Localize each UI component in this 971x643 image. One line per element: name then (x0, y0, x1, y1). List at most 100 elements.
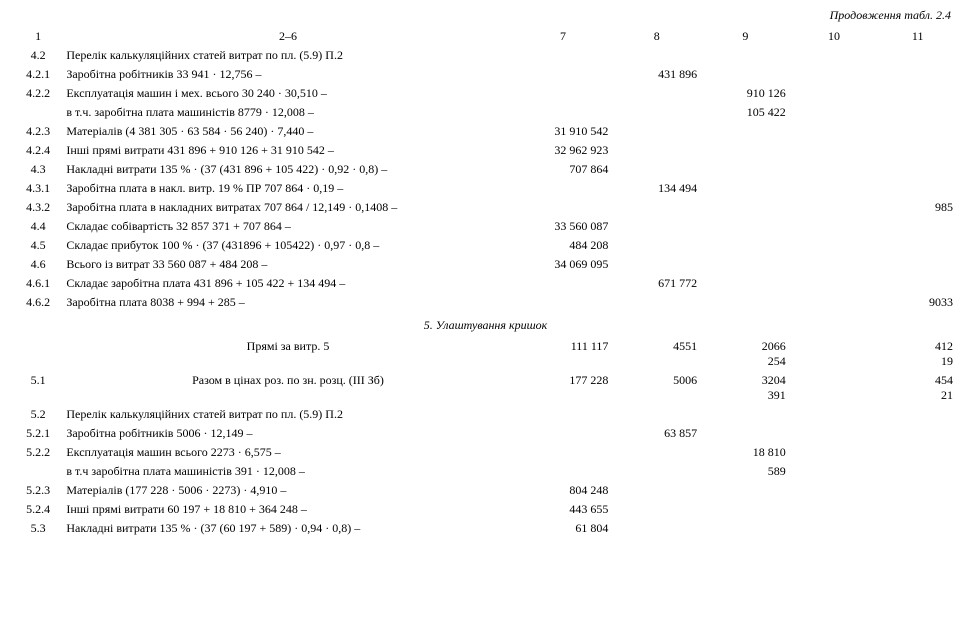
col8-value: 63 857 (612, 424, 701, 443)
col11-value (878, 255, 957, 274)
col10-value (790, 217, 879, 236)
col7-value: 484 208 (514, 236, 613, 255)
col8-value (612, 217, 701, 236)
col-2-header: 2–6 (62, 27, 513, 46)
col10-value (790, 84, 879, 103)
col7-value: 32 962 923 (514, 141, 613, 160)
col10-value (790, 122, 879, 141)
row-number: 5.3 (14, 519, 62, 538)
row-text: Заробітна плата в накл. витр. 19 % ПР 70… (62, 179, 513, 198)
col7-value: 33 560 087 (514, 217, 613, 236)
table-row: 4.6.2Заробітна плата 8038 + 994 + 285 –9… (14, 293, 957, 312)
table-row: 4.4Складає собівартість 32 857 371 + 707… (14, 217, 957, 236)
col9-value (701, 405, 790, 424)
col8-value (612, 198, 701, 217)
continuation-note: Продовження табл. 2.4 (14, 8, 951, 23)
col9-value (701, 65, 790, 84)
row-number: 4.2 (14, 46, 62, 65)
col7-value (514, 198, 613, 217)
header-row: 1 2–6 7 8 9 10 11 (14, 27, 957, 46)
col11-value (878, 236, 957, 255)
col10-value (790, 371, 879, 405)
col8-value (612, 236, 701, 255)
table-row: 4.3Накладні витрати 135 % · (37 (431 896… (14, 160, 957, 179)
row-text: Перелік калькуляційних статей витрат по … (62, 46, 513, 65)
col10-value (790, 443, 879, 462)
row-number (14, 103, 62, 122)
col11-value (878, 103, 957, 122)
table-row: 4.2.4Інші прямі витрати 431 896 + 910 12… (14, 141, 957, 160)
table-row: 4.2Перелік калькуляційних статей витрат … (14, 46, 957, 65)
table-row: в т.ч заробітна плата машиністів 391 · 1… (14, 462, 957, 481)
col9-value: 2066254 (701, 337, 790, 371)
col7-value (514, 293, 613, 312)
col9-value: 589 (701, 462, 790, 481)
row-text: Інші прямі витрати 60 197 + 18 810 + 364… (62, 500, 513, 519)
row-text: Складає заробітна плата 431 896 + 105 42… (62, 274, 513, 293)
row-number: 4.4 (14, 217, 62, 236)
table-row: 4.3.2Заробітна плата в накладних витрата… (14, 198, 957, 217)
col10-value (790, 65, 879, 84)
col10-value (790, 46, 879, 65)
col11-value (878, 519, 957, 538)
col8-value (612, 405, 701, 424)
row-text: Всього із витрат 33 560 087 + 484 208 – (62, 255, 513, 274)
col-10-header: 10 (790, 27, 879, 46)
row-number: 5.1 (14, 371, 62, 405)
col8-value: 134 494 (612, 179, 701, 198)
col11-value (878, 462, 957, 481)
col11-value (878, 443, 957, 462)
col7-value: 31 910 542 (514, 122, 613, 141)
col9-value (701, 160, 790, 179)
col7-value (514, 46, 613, 65)
table-row: 5.3Накладні витрати 135 % · (37 (60 197 … (14, 519, 957, 538)
table-row: 5.2.2Експлуатація машин всього 2273 · 6,… (14, 443, 957, 462)
col8-value (612, 84, 701, 103)
row-number: 4.6.2 (14, 293, 62, 312)
col7-value (514, 179, 613, 198)
col7-value: 61 804 (514, 519, 613, 538)
col7-value (514, 424, 613, 443)
row-number: 5.2 (14, 405, 62, 424)
row-number: 4.3.2 (14, 198, 62, 217)
col9-value (701, 198, 790, 217)
col9-value (701, 500, 790, 519)
row-number: 4.6.1 (14, 274, 62, 293)
row-number: 4.2.4 (14, 141, 62, 160)
row-number (14, 337, 62, 371)
col9-value (701, 293, 790, 312)
col10-value (790, 424, 879, 443)
col7-value: 804 248 (514, 481, 613, 500)
col8-value: 4551 (612, 337, 701, 371)
row-text: в т.ч. заробітна плата машиністів 8779 ·… (62, 103, 513, 122)
table-row: 5.2.3Матеріалів (177 228 · 5006 · 2273) … (14, 481, 957, 500)
col8-value (612, 141, 701, 160)
col9-value: 105 422 (701, 103, 790, 122)
col9-value (701, 274, 790, 293)
col7-value (514, 405, 613, 424)
col8-value (612, 519, 701, 538)
col11-value (878, 274, 957, 293)
col9-value: 3204391 (701, 371, 790, 405)
col-9-header: 9 (701, 27, 790, 46)
col7-value: 707 864 (514, 160, 613, 179)
col8-value (612, 293, 701, 312)
col10-value (790, 337, 879, 371)
table-row: 5.2.4Інші прямі витрати 60 197 + 18 810 … (14, 500, 957, 519)
col9-value (701, 217, 790, 236)
table-row: 4.6.1Складає заробітна плата 431 896 + 1… (14, 274, 957, 293)
table-row: 5.2Перелік калькуляційних статей витрат … (14, 405, 957, 424)
col9-value (701, 236, 790, 255)
row-number: 4.3 (14, 160, 62, 179)
row-number: 4.6 (14, 255, 62, 274)
table-row: 5.1Разом в цінах роз. по зн. розц. (ІІІ … (14, 371, 957, 405)
col11-value (878, 65, 957, 84)
col10-value (790, 198, 879, 217)
col11-value: 45421 (878, 371, 957, 405)
col8-value (612, 46, 701, 65)
col7-value: 34 069 095 (514, 255, 613, 274)
col-8-header: 8 (612, 27, 701, 46)
col9-value (701, 424, 790, 443)
col11-value (878, 500, 957, 519)
col10-value (790, 500, 879, 519)
